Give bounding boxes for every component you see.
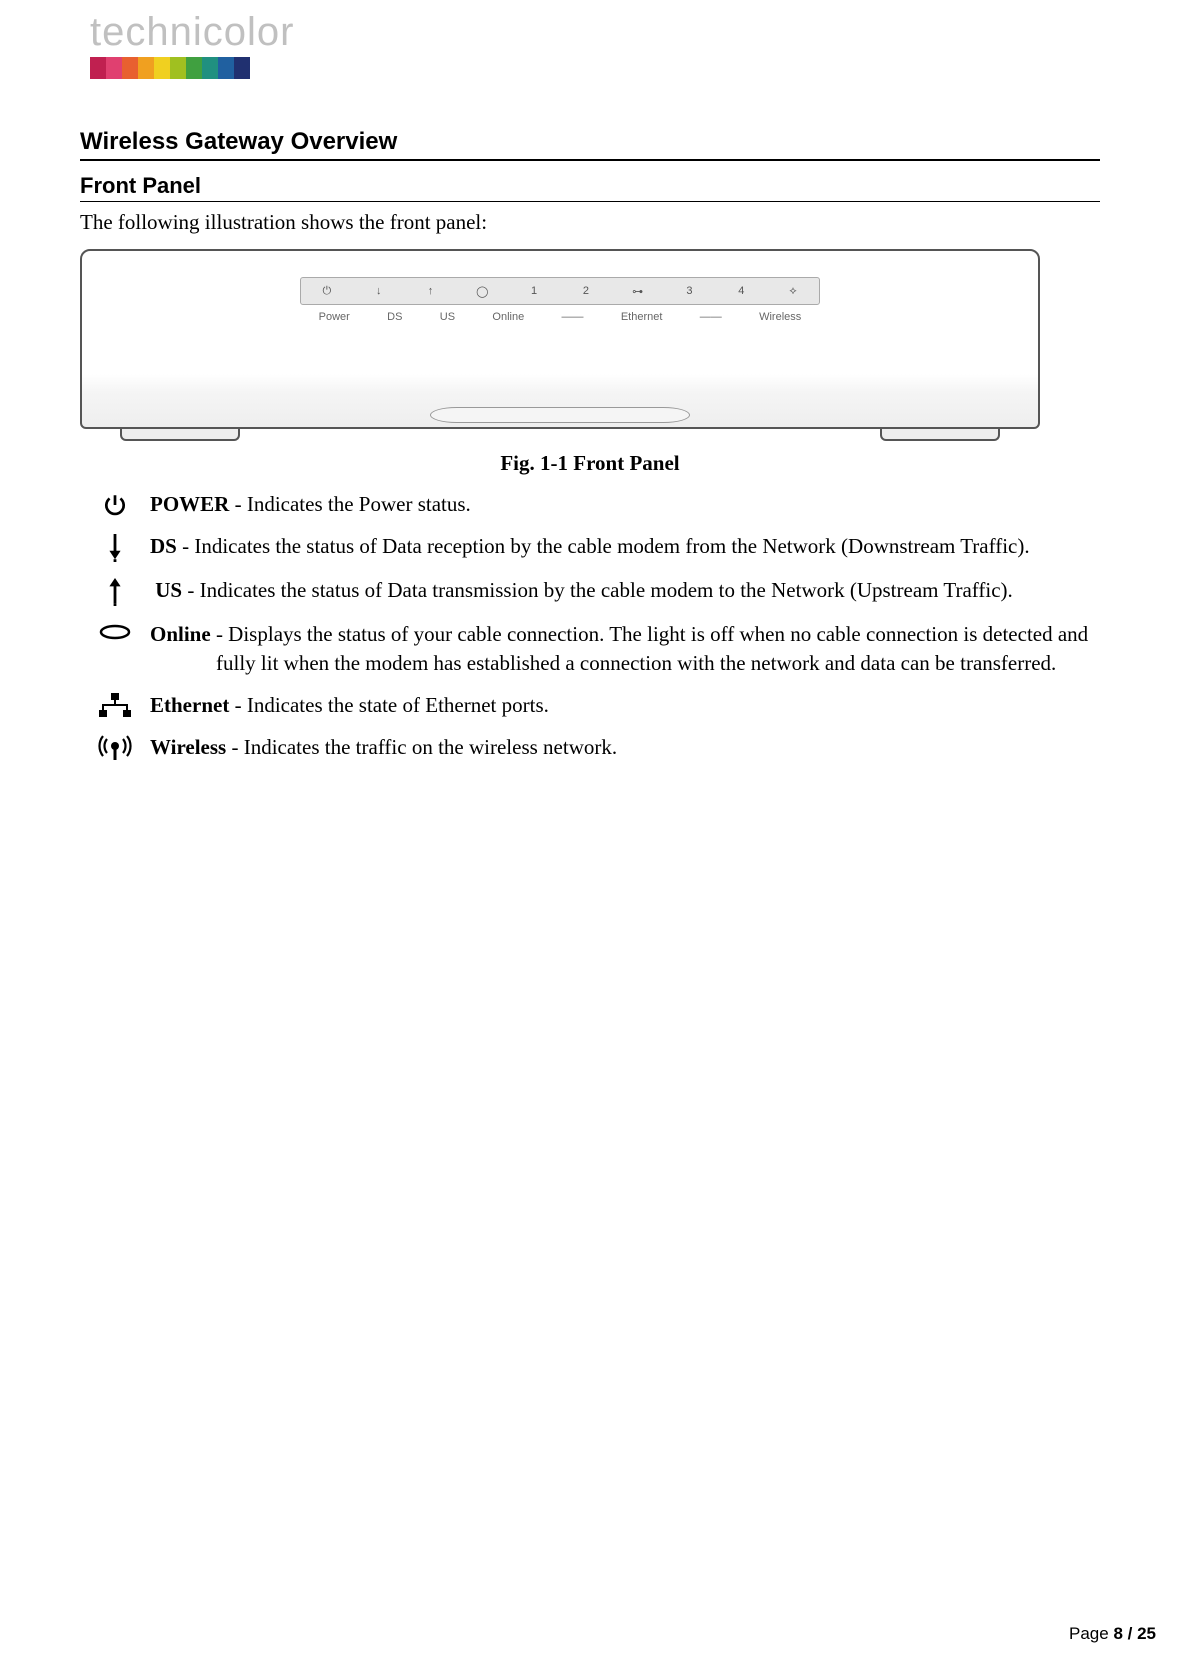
def-ds: DS - Indicates the status of Data recept… xyxy=(80,532,1100,562)
eth4-label: 4 xyxy=(729,285,753,297)
def-ethernet-text: Ethernet - Indicates the state of Ethern… xyxy=(150,691,1100,719)
intro-text: The following illustration shows the fro… xyxy=(80,210,1100,235)
figure-caption: Fig. 1-1 Front Panel xyxy=(80,451,1100,476)
online-icon: ◯ xyxy=(470,285,494,298)
def-us-label: US xyxy=(155,578,182,602)
page-footer: Page 8 / 25 xyxy=(1069,1624,1156,1644)
wireless-sym-icon: ⟡ xyxy=(781,285,805,298)
wireless-label: Wireless xyxy=(759,311,801,323)
power-icon xyxy=(80,490,150,518)
brand-color-strip xyxy=(90,57,250,79)
power-icon: ⏻ xyxy=(315,285,339,298)
footer-current: 8 xyxy=(1113,1624,1122,1643)
section-title: Wireless Gateway Overview xyxy=(80,128,1100,161)
page-header: technicolor xyxy=(0,0,1180,110)
front-panel-figure: ⏻ ↓ ↑ ◯ 1 2 ⊶ 3 4 ⟡ Power DS US Online —… xyxy=(80,249,1040,441)
brand-logo-text: technicolor xyxy=(90,10,1180,55)
page-content: Wireless Gateway Overview Front Panel Th… xyxy=(0,110,1180,786)
footer-sep: / xyxy=(1123,1624,1137,1643)
ethernet-label: Ethernet xyxy=(621,311,663,323)
power-label: Power xyxy=(319,311,350,323)
def-us: US - Indicates the status of Data transm… xyxy=(80,576,1100,606)
def-online-desc: - Displays the status of your cable conn… xyxy=(211,622,1088,674)
eth3-label: 3 xyxy=(677,285,701,297)
ds-label: DS xyxy=(387,311,402,323)
def-us-desc: - Indicates the status of Data transmiss… xyxy=(182,578,1013,602)
def-wireless-label: Wireless xyxy=(150,735,226,759)
def-power: POWER - Indicates the Power status. xyxy=(80,490,1100,518)
device-illustration: ⏻ ↓ ↑ ◯ 1 2 ⊶ 3 4 ⟡ Power DS US Online —… xyxy=(80,249,1040,429)
ethernet-sym-icon: ⊶ xyxy=(626,285,650,298)
def-online-label: Online xyxy=(150,622,211,646)
led-definitions: POWER - Indicates the Power status. DS -… xyxy=(80,490,1100,762)
ds-icon: ↓ xyxy=(367,285,391,297)
front-notch xyxy=(430,407,690,423)
subsection-title: Front Panel xyxy=(80,173,1100,202)
def-wireless-desc: - Indicates the traffic on the wireless … xyxy=(226,735,617,759)
right-foot xyxy=(880,427,1000,441)
us-label: US xyxy=(440,311,455,323)
def-online: Online - Displays the status of your cab… xyxy=(80,620,1100,677)
def-ethernet-desc: - Indicates the state of Ethernet ports. xyxy=(229,693,549,717)
def-ds-desc: - Indicates the status of Data reception… xyxy=(177,534,1030,558)
eth2-label: 2 xyxy=(574,285,598,297)
wireless-icon xyxy=(80,733,150,761)
def-ethernet-label: Ethernet xyxy=(150,693,229,717)
def-wireless: Wireless - Indicates the traffic on the … xyxy=(80,733,1100,761)
footer-prefix: Page xyxy=(1069,1624,1113,1643)
left-foot xyxy=(120,427,240,441)
def-power-text: POWER - Indicates the Power status. xyxy=(150,490,1100,518)
down-arrow-icon xyxy=(80,532,150,562)
us-icon: ↑ xyxy=(418,285,442,297)
def-us-text: US - Indicates the status of Data transm… xyxy=(150,576,1100,604)
def-ds-text: DS - Indicates the status of Data recept… xyxy=(150,532,1100,560)
device-feet xyxy=(80,427,1040,441)
def-power-desc: - Indicates the Power status. xyxy=(229,492,470,516)
footer-total: 25 xyxy=(1137,1624,1156,1643)
def-online-text: Online - Displays the status of your cab… xyxy=(150,620,1100,677)
def-ethernet: Ethernet - Indicates the state of Ethern… xyxy=(80,691,1100,719)
online-label: Online xyxy=(492,311,524,323)
ethernet-icon xyxy=(80,691,150,717)
def-wireless-text: Wireless - Indicates the traffic on the … xyxy=(150,733,1100,761)
online-icon xyxy=(80,620,150,642)
def-power-label: POWER xyxy=(150,492,229,516)
led-strip: ⏻ ↓ ↑ ◯ 1 2 ⊶ 3 4 ⟡ xyxy=(300,277,820,305)
up-arrow-icon xyxy=(80,576,150,606)
eth1-label: 1 xyxy=(522,285,546,297)
def-ds-label: DS xyxy=(150,534,177,558)
led-label-row: Power DS US Online —— Ethernet —— Wirele… xyxy=(300,311,820,323)
